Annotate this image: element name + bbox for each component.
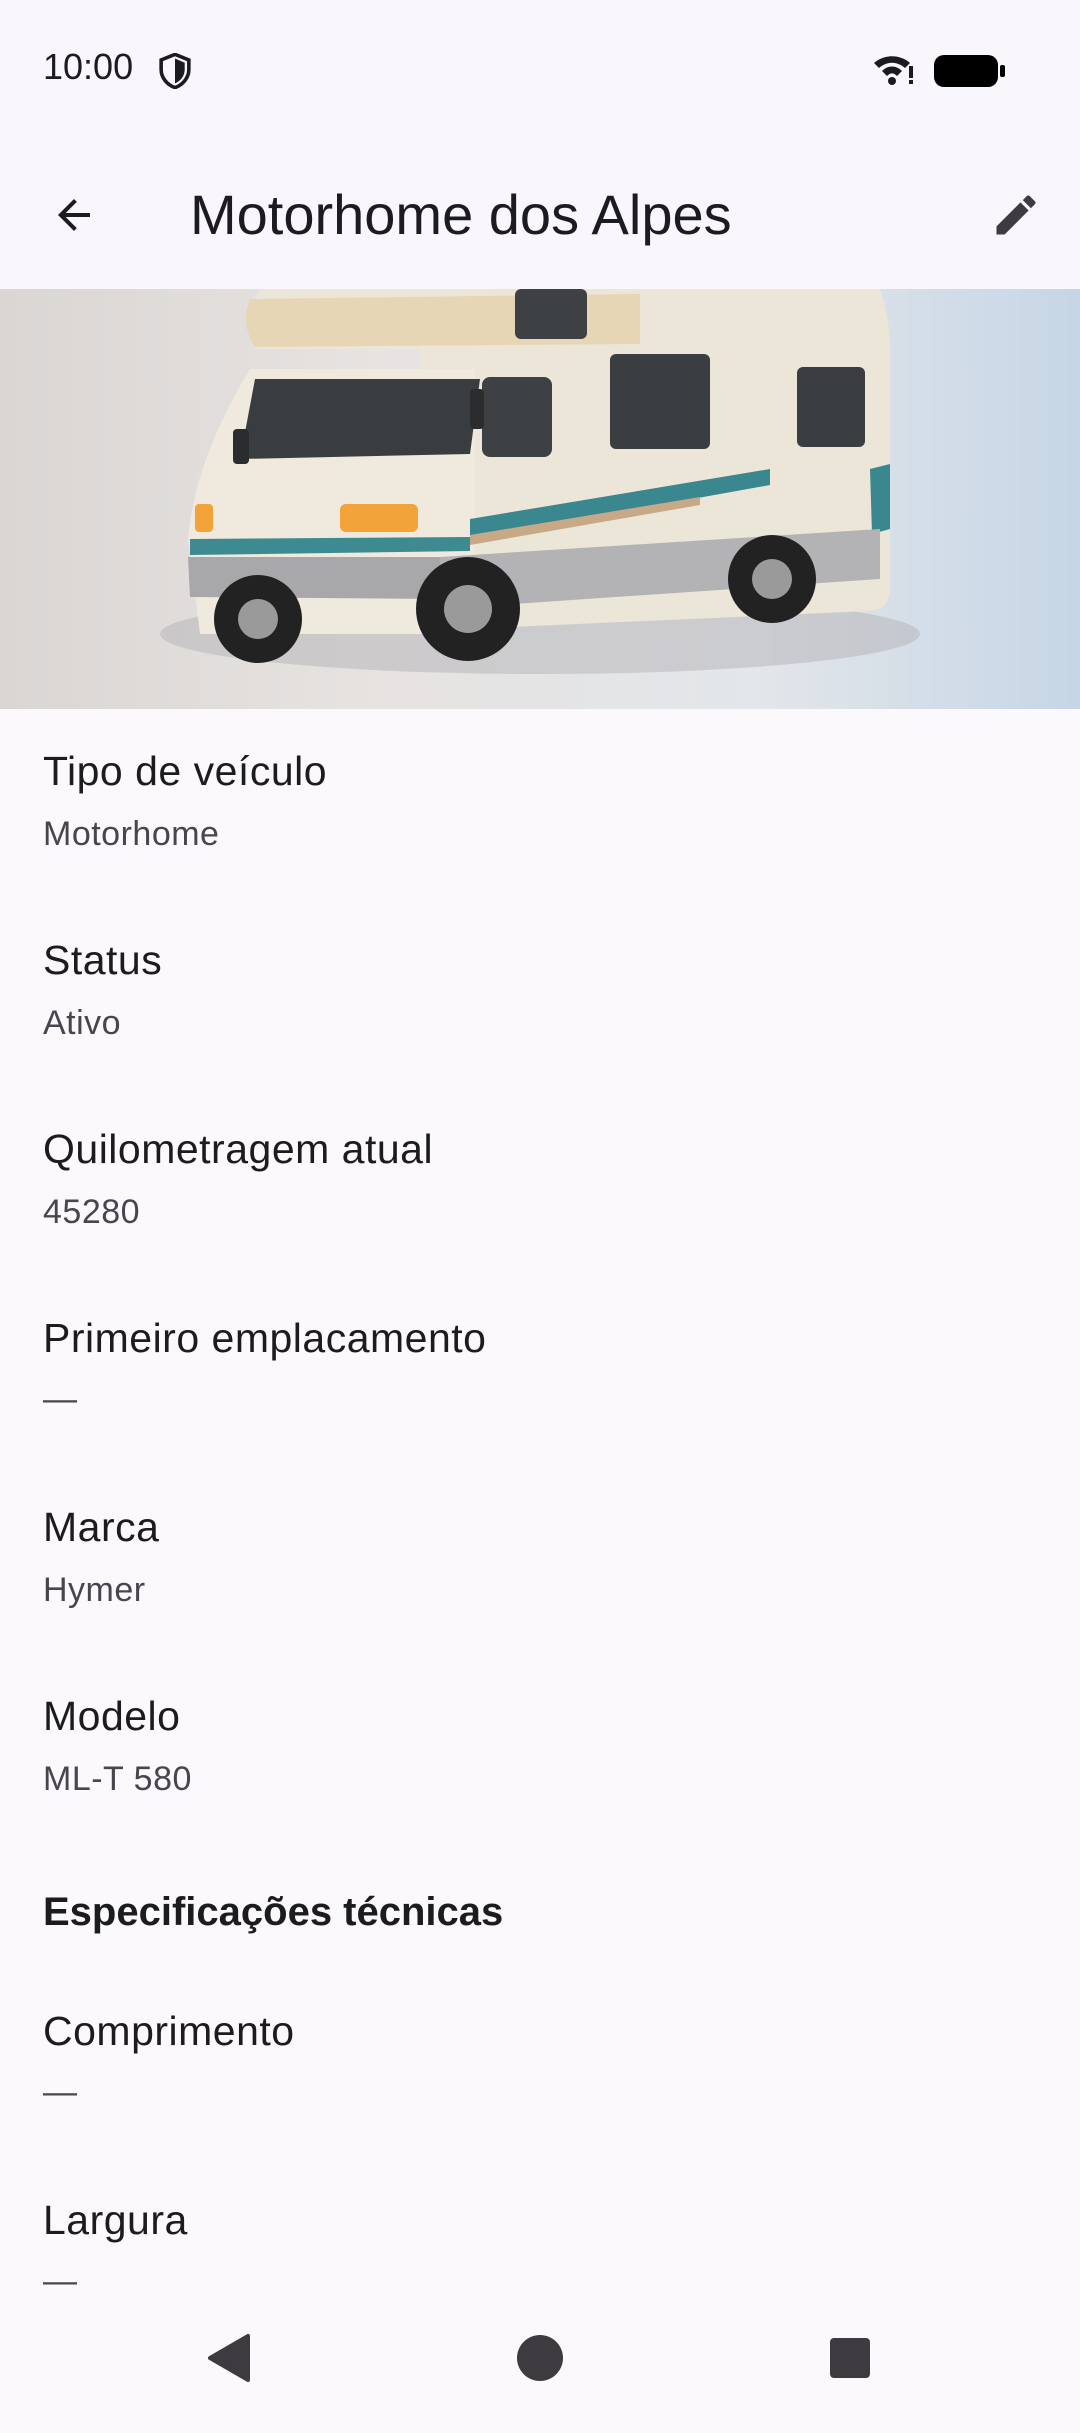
- shield-icon: [159, 53, 191, 89]
- pencil-icon: [996, 195, 1036, 235]
- field-value-model: ML-T 580: [43, 1760, 192, 1798]
- back-button[interactable]: [34, 175, 114, 255]
- field-label-model: Modelo: [43, 1693, 181, 1739]
- field-value-vehicle-type: Motorhome: [43, 815, 220, 853]
- field-label-width: Largura: [43, 2197, 188, 2243]
- arrow-back-icon: [58, 199, 90, 231]
- page-title: Motorhome dos Alpes: [190, 183, 732, 246]
- field-label-mileage: Quilometragem atual: [43, 1126, 434, 1172]
- motorhome-illustration: [160, 289, 920, 674]
- nav-back-icon[interactable]: [200, 2328, 260, 2388]
- field-label-vehicle-type: Tipo de veículo: [43, 748, 328, 794]
- field-label-brand: Marca: [43, 1504, 160, 1550]
- wifi-icon: [874, 56, 913, 85]
- nav-home-icon[interactable]: [510, 2328, 570, 2388]
- battery-icon: [934, 55, 1005, 87]
- status-bar: 10:00: [0, 0, 1080, 140]
- field-value-mileage: 45280: [43, 1193, 141, 1231]
- edit-button[interactable]: [976, 175, 1056, 255]
- status-time: 10:00: [43, 46, 134, 87]
- field-value-status: Ativo: [43, 1004, 122, 1042]
- vehicle-photo: [0, 289, 1080, 709]
- nav-recents-icon[interactable]: [820, 2328, 880, 2388]
- field-value-length: —: [43, 2073, 78, 2111]
- section-title-tech-specs: Especificações técnicas: [43, 1890, 504, 1934]
- field-value-first-registration: —: [43, 1380, 78, 1418]
- field-value-brand: Hymer: [43, 1571, 146, 1609]
- field-label-length: Comprimento: [43, 2008, 295, 2054]
- field-label-status: Status: [43, 937, 163, 983]
- field-label-first-registration: Primeiro emplacamento: [43, 1315, 487, 1361]
